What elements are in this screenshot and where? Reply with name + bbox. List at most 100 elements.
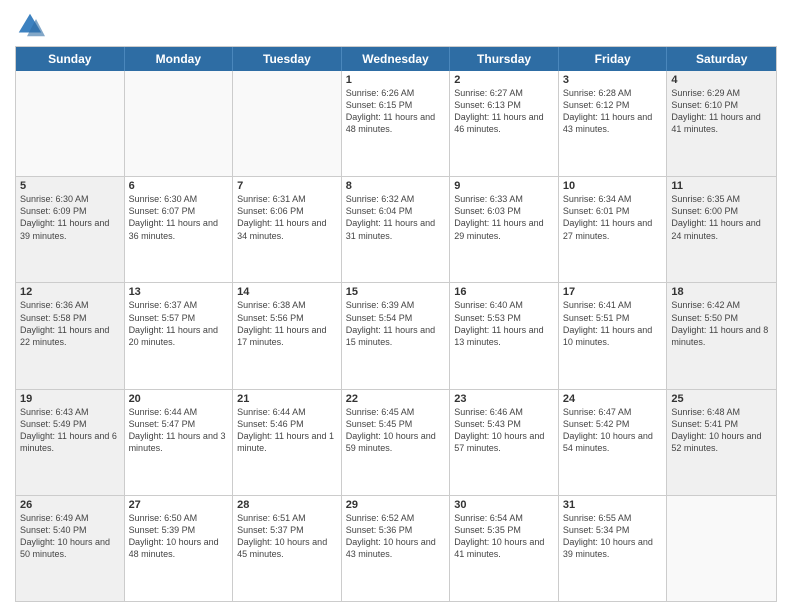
day-info: Sunrise: 6:30 AM Sunset: 6:07 PM Dayligh… (129, 193, 229, 242)
day-number: 23 (454, 393, 554, 405)
list-item: 2Sunrise: 6:27 AM Sunset: 6:13 PM Daylig… (450, 71, 559, 176)
cal-header-cell: Monday (125, 47, 234, 71)
day-info: Sunrise: 6:48 AM Sunset: 5:41 PM Dayligh… (671, 406, 772, 455)
day-info: Sunrise: 6:33 AM Sunset: 6:03 PM Dayligh… (454, 193, 554, 242)
day-number: 18 (671, 286, 772, 298)
day-info: Sunrise: 6:49 AM Sunset: 5:40 PM Dayligh… (20, 512, 120, 561)
day-info: Sunrise: 6:39 AM Sunset: 5:54 PM Dayligh… (346, 299, 446, 348)
day-info: Sunrise: 6:37 AM Sunset: 5:57 PM Dayligh… (129, 299, 229, 348)
list-item: 3Sunrise: 6:28 AM Sunset: 6:12 PM Daylig… (559, 71, 668, 176)
list-item: 24Sunrise: 6:47 AM Sunset: 5:42 PM Dayli… (559, 390, 668, 495)
day-info: Sunrise: 6:54 AM Sunset: 5:35 PM Dayligh… (454, 512, 554, 561)
day-number: 9 (454, 180, 554, 192)
day-number: 12 (20, 286, 120, 298)
cal-header-cell: Tuesday (233, 47, 342, 71)
cal-header-cell: Friday (559, 47, 668, 71)
list-item: 20Sunrise: 6:44 AM Sunset: 5:47 PM Dayli… (125, 390, 234, 495)
day-info: Sunrise: 6:51 AM Sunset: 5:37 PM Dayligh… (237, 512, 337, 561)
list-item: 14Sunrise: 6:38 AM Sunset: 5:56 PM Dayli… (233, 283, 342, 388)
day-info: Sunrise: 6:50 AM Sunset: 5:39 PM Dayligh… (129, 512, 229, 561)
list-item: 19Sunrise: 6:43 AM Sunset: 5:49 PM Dayli… (16, 390, 125, 495)
list-item (667, 496, 776, 601)
day-info: Sunrise: 6:38 AM Sunset: 5:56 PM Dayligh… (237, 299, 337, 348)
day-info: Sunrise: 6:31 AM Sunset: 6:06 PM Dayligh… (237, 193, 337, 242)
list-item: 11Sunrise: 6:35 AM Sunset: 6:00 PM Dayli… (667, 177, 776, 282)
calendar-header: SundayMondayTuesdayWednesdayThursdayFrid… (16, 47, 776, 71)
cal-header-cell: Sunday (16, 47, 125, 71)
day-number: 21 (237, 393, 337, 405)
day-number: 3 (563, 74, 663, 86)
list-item: 1Sunrise: 6:26 AM Sunset: 6:15 PM Daylig… (342, 71, 451, 176)
day-number: 17 (563, 286, 663, 298)
day-number: 20 (129, 393, 229, 405)
list-item: 31Sunrise: 6:55 AM Sunset: 5:34 PM Dayli… (559, 496, 668, 601)
day-info: Sunrise: 6:44 AM Sunset: 5:46 PM Dayligh… (237, 406, 337, 455)
day-number: 8 (346, 180, 446, 192)
day-info: Sunrise: 6:46 AM Sunset: 5:43 PM Dayligh… (454, 406, 554, 455)
list-item: 13Sunrise: 6:37 AM Sunset: 5:57 PM Dayli… (125, 283, 234, 388)
list-item: 28Sunrise: 6:51 AM Sunset: 5:37 PM Dayli… (233, 496, 342, 601)
day-info: Sunrise: 6:36 AM Sunset: 5:58 PM Dayligh… (20, 299, 120, 348)
calendar: SundayMondayTuesdayWednesdayThursdayFrid… (15, 46, 777, 602)
list-item: 22Sunrise: 6:45 AM Sunset: 5:45 PM Dayli… (342, 390, 451, 495)
day-info: Sunrise: 6:43 AM Sunset: 5:49 PM Dayligh… (20, 406, 120, 455)
day-number: 19 (20, 393, 120, 405)
list-item (233, 71, 342, 176)
day-info: Sunrise: 6:41 AM Sunset: 5:51 PM Dayligh… (563, 299, 663, 348)
day-info: Sunrise: 6:44 AM Sunset: 5:47 PM Dayligh… (129, 406, 229, 455)
list-item: 30Sunrise: 6:54 AM Sunset: 5:35 PM Dayli… (450, 496, 559, 601)
day-number: 7 (237, 180, 337, 192)
list-item: 4Sunrise: 6:29 AM Sunset: 6:10 PM Daylig… (667, 71, 776, 176)
day-number: 11 (671, 180, 772, 192)
day-number: 14 (237, 286, 337, 298)
day-number: 27 (129, 499, 229, 511)
list-item: 21Sunrise: 6:44 AM Sunset: 5:46 PM Dayli… (233, 390, 342, 495)
list-item: 5Sunrise: 6:30 AM Sunset: 6:09 PM Daylig… (16, 177, 125, 282)
list-item: 10Sunrise: 6:34 AM Sunset: 6:01 PM Dayli… (559, 177, 668, 282)
day-number: 22 (346, 393, 446, 405)
list-item: 12Sunrise: 6:36 AM Sunset: 5:58 PM Dayli… (16, 283, 125, 388)
day-number: 1 (346, 74, 446, 86)
day-number: 28 (237, 499, 337, 511)
logo (15, 10, 49, 40)
day-info: Sunrise: 6:47 AM Sunset: 5:42 PM Dayligh… (563, 406, 663, 455)
day-number: 30 (454, 499, 554, 511)
list-item: 26Sunrise: 6:49 AM Sunset: 5:40 PM Dayli… (16, 496, 125, 601)
table-row: 5Sunrise: 6:30 AM Sunset: 6:09 PM Daylig… (16, 177, 776, 283)
cal-header-cell: Saturday (667, 47, 776, 71)
list-item (16, 71, 125, 176)
list-item: 23Sunrise: 6:46 AM Sunset: 5:43 PM Dayli… (450, 390, 559, 495)
list-item: 8Sunrise: 6:32 AM Sunset: 6:04 PM Daylig… (342, 177, 451, 282)
day-number: 15 (346, 286, 446, 298)
day-info: Sunrise: 6:32 AM Sunset: 6:04 PM Dayligh… (346, 193, 446, 242)
day-number: 10 (563, 180, 663, 192)
list-item: 27Sunrise: 6:50 AM Sunset: 5:39 PM Dayli… (125, 496, 234, 601)
list-item: 25Sunrise: 6:48 AM Sunset: 5:41 PM Dayli… (667, 390, 776, 495)
list-item: 7Sunrise: 6:31 AM Sunset: 6:06 PM Daylig… (233, 177, 342, 282)
day-number: 16 (454, 286, 554, 298)
list-item: 15Sunrise: 6:39 AM Sunset: 5:54 PM Dayli… (342, 283, 451, 388)
list-item: 9Sunrise: 6:33 AM Sunset: 6:03 PM Daylig… (450, 177, 559, 282)
day-number: 13 (129, 286, 229, 298)
day-number: 29 (346, 499, 446, 511)
list-item: 17Sunrise: 6:41 AM Sunset: 5:51 PM Dayli… (559, 283, 668, 388)
day-number: 4 (671, 74, 772, 86)
day-info: Sunrise: 6:42 AM Sunset: 5:50 PM Dayligh… (671, 299, 772, 348)
day-info: Sunrise: 6:29 AM Sunset: 6:10 PM Dayligh… (671, 87, 772, 136)
calendar-body: 1Sunrise: 6:26 AM Sunset: 6:15 PM Daylig… (16, 71, 776, 601)
cal-header-cell: Thursday (450, 47, 559, 71)
day-number: 31 (563, 499, 663, 511)
day-info: Sunrise: 6:45 AM Sunset: 5:45 PM Dayligh… (346, 406, 446, 455)
day-info: Sunrise: 6:55 AM Sunset: 5:34 PM Dayligh… (563, 512, 663, 561)
header (15, 10, 777, 40)
day-info: Sunrise: 6:30 AM Sunset: 6:09 PM Dayligh… (20, 193, 120, 242)
day-number: 6 (129, 180, 229, 192)
day-number: 5 (20, 180, 120, 192)
day-number: 24 (563, 393, 663, 405)
day-info: Sunrise: 6:52 AM Sunset: 5:36 PM Dayligh… (346, 512, 446, 561)
day-info: Sunrise: 6:35 AM Sunset: 6:00 PM Dayligh… (671, 193, 772, 242)
list-item (125, 71, 234, 176)
day-number: 2 (454, 74, 554, 86)
day-info: Sunrise: 6:26 AM Sunset: 6:15 PM Dayligh… (346, 87, 446, 136)
day-info: Sunrise: 6:34 AM Sunset: 6:01 PM Dayligh… (563, 193, 663, 242)
